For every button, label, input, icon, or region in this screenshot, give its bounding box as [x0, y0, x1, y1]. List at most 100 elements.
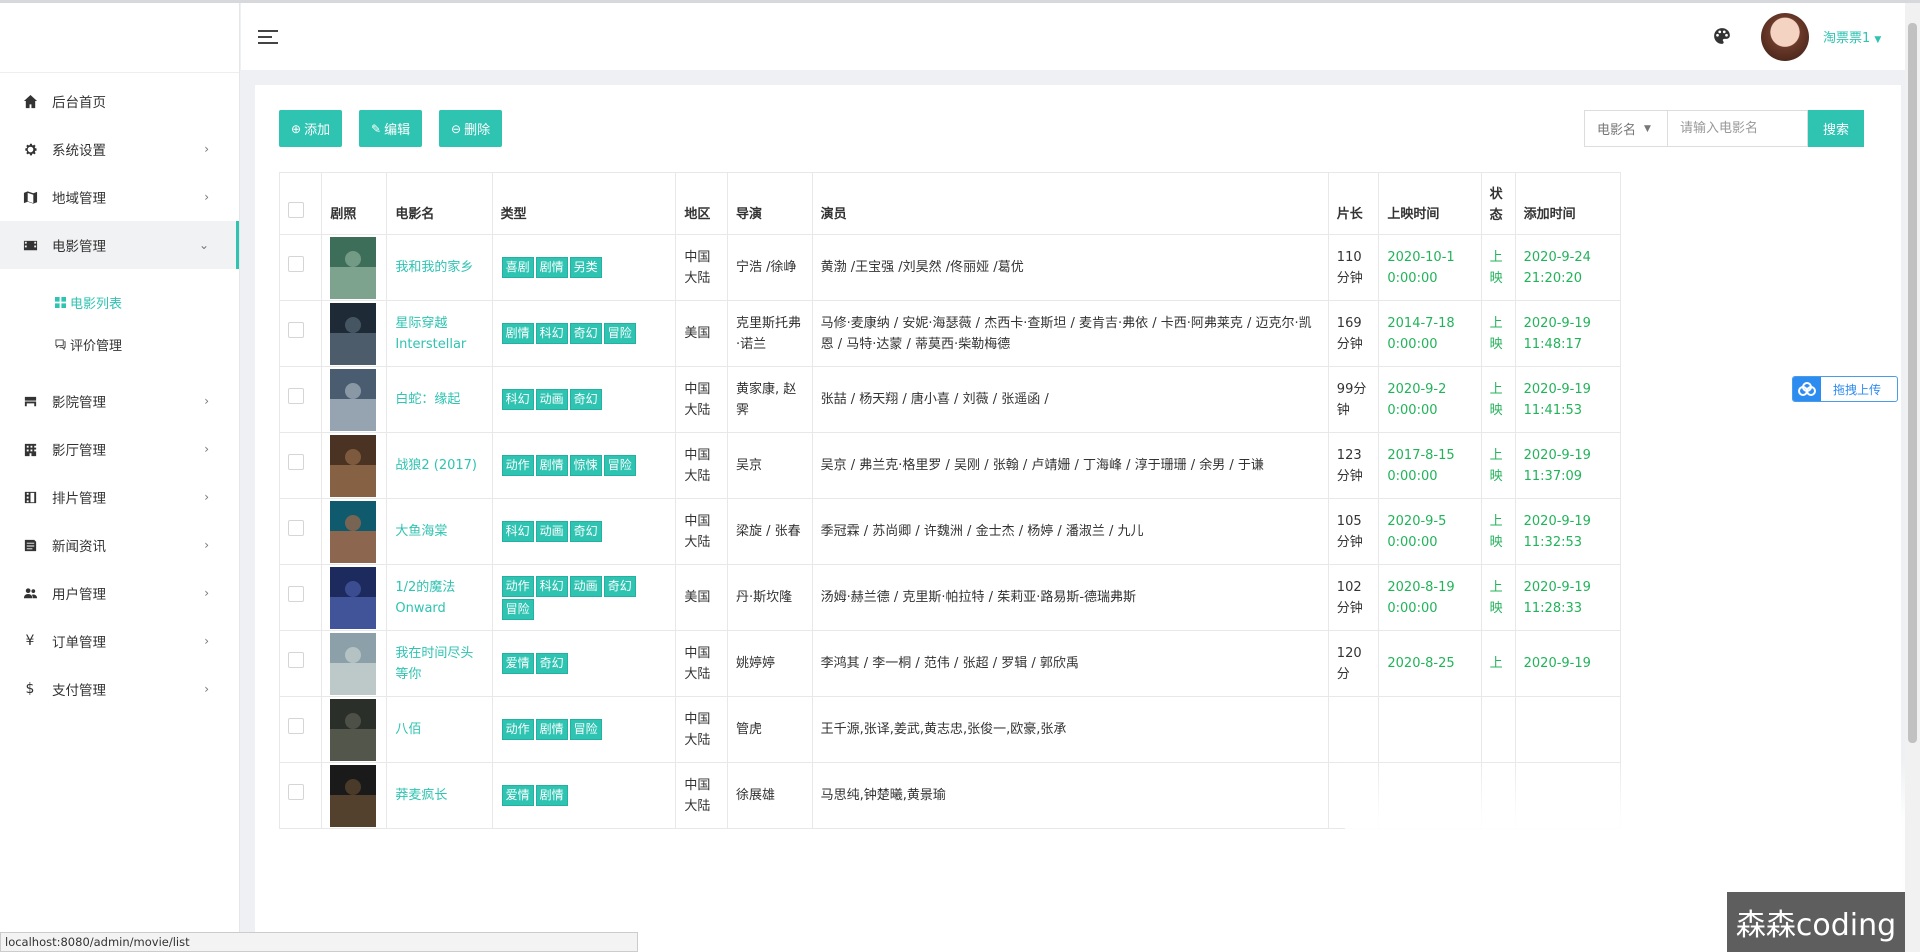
sidebar-item-orders[interactable]: ¥ 订单管理 › — [0, 617, 239, 665]
watermark: 森森coding — [1727, 892, 1905, 952]
genre-tag: 剧情 — [535, 785, 568, 806]
scrollbar-thumb[interactable] — [1908, 23, 1917, 743]
sidebar-item-cinemas[interactable]: 影院管理 › — [0, 377, 239, 425]
genre-tag: 冒险 — [603, 455, 636, 476]
table-row: 白蛇：缘起 科幻 动画 奇幻 中国大陆 黄家康, 赵霁 张喆 / 杨天翔 / 唐小喜 / 刘… — [278, 366, 1622, 433]
sidebar-item-schedule[interactable]: 排片管理 › — [0, 473, 239, 521]
added-time-cell: 2020-9-19 — [1514, 630, 1622, 697]
status-cell: 上映 — [1480, 366, 1516, 433]
genre-tag: 科幻 — [535, 575, 568, 597]
movie-name-link[interactable]: 1/2的魔法 Onward — [395, 580, 455, 616]
search-bar: 电影名 ▼ 搜索 — [1584, 110, 1864, 147]
palette-icon[interactable] — [1713, 27, 1731, 45]
genre-tag: 动作 — [501, 719, 534, 740]
movie-name-link[interactable]: 星际穿越 Interstellar — [395, 316, 466, 352]
actors-cell: 李鸿其 / 李一桐 / 范伟 / 张超 / 罗辑 / 郭欣禹 — [811, 630, 1329, 697]
added-time-cell: 2020-9-24 21:20:20 — [1514, 234, 1622, 301]
movie-name-link[interactable]: 我在时间尽头等你 — [395, 646, 473, 682]
duration-cell: 102分钟 — [1327, 564, 1380, 631]
status-cell: 上映 — [1480, 300, 1516, 367]
row-checkbox[interactable] — [288, 454, 304, 470]
sidebar-item-label: 影厅管理 — [52, 443, 106, 459]
sidebar-item-halls[interactable]: 影厅管理 › — [0, 425, 239, 473]
search-field-select[interactable]: 电影名 ▼ — [1584, 110, 1668, 147]
sidebar-item-label: 系统设置 — [52, 143, 106, 159]
region-cell: 中国大陆 — [675, 630, 728, 697]
genre-cell: 动作 科幻 动画 奇幻冒险 — [491, 564, 677, 631]
chevron-right-icon: › — [204, 538, 209, 552]
sidebar-item-system-settings[interactable]: 系统设置 › — [0, 125, 239, 173]
director-cell: 管虎 — [727, 696, 813, 763]
yen-icon: ¥ — [25, 633, 35, 649]
movie-name-link[interactable]: 大鱼海棠 — [395, 524, 447, 539]
region-cell: 中国大陆 — [675, 366, 728, 433]
search-button[interactable]: 搜索 — [1808, 110, 1864, 147]
column-header: 地区 — [675, 172, 728, 235]
column-header: 片长 — [1327, 172, 1380, 235]
sidebar-subitem-reviews[interactable]: 评价管理 — [0, 323, 239, 365]
menu-toggle-icon[interactable] — [258, 30, 278, 46]
add-button[interactable]: ⊕ 添加 — [279, 110, 343, 147]
added-time-cell: 2020-9-19 11:41:53 — [1514, 366, 1622, 433]
column-header: 演员 — [811, 172, 1329, 235]
row-checkbox[interactable] — [288, 586, 304, 602]
movie-name-link[interactable]: 战狼2 (2017) — [395, 458, 477, 473]
row-checkbox[interactable] — [288, 652, 304, 668]
movie-name-link[interactable]: 八佰 — [395, 722, 421, 737]
actors-cell: 吴京 / 弗兰克·格里罗 / 吴刚 / 张翰 / 卢靖姗 / 丁海峰 / 淳于珊… — [811, 432, 1329, 499]
genre-tag: 奇幻 — [569, 323, 602, 344]
row-checkbox[interactable] — [288, 520, 304, 536]
poster-thumbnail — [330, 566, 377, 629]
row-checkbox[interactable] — [288, 388, 304, 404]
sidebar-item-region[interactable]: 地域管理 › — [0, 173, 239, 221]
delete-button[interactable]: ⊖ 删除 — [439, 110, 503, 147]
actors-cell: 马修·麦康纳 / 安妮·海瑟薇 / 杰西卡·查斯坦 / 麦肯吉·弗依 / 卡西·… — [811, 300, 1329, 367]
user-menu[interactable]: 淘票票1 ▼ — [1823, 27, 1881, 46]
duration-cell — [1327, 696, 1380, 763]
genre-tag: 另类 — [569, 257, 602, 278]
poster-thumbnail — [330, 302, 377, 365]
comment-icon — [54, 338, 66, 350]
avatar[interactable] — [1761, 13, 1809, 61]
poster-thumbnail — [330, 236, 377, 299]
movie-name-link[interactable]: 莽麦疯长 — [395, 788, 447, 803]
genre-tag: 动作 — [501, 455, 534, 476]
status-cell — [1480, 696, 1516, 763]
genre-tag: 冒险 — [603, 323, 636, 344]
movie-name-link[interactable]: 白蛇：缘起 — [395, 392, 460, 407]
sidebar-item-home[interactable]: 后台首页 — [0, 77, 239, 125]
duration-cell: 99分钟 — [1327, 366, 1380, 433]
edit-button[interactable]: ✎ 编辑 — [359, 110, 423, 147]
genre-tag: 冒险 — [501, 598, 534, 620]
home-icon — [22, 93, 38, 109]
column-header: 状态 — [1480, 172, 1516, 235]
upload-widget-label: 拖拽上传 — [1833, 382, 1882, 397]
release-date-cell — [1378, 696, 1482, 763]
film-icon — [22, 237, 38, 253]
sidebar-item-label: 支付管理 — [52, 683, 106, 699]
sidebar-item-label: 用户管理 — [52, 587, 106, 603]
genre-tag: 科幻 — [501, 521, 534, 542]
added-time-cell — [1514, 696, 1622, 763]
movie-name-link[interactable]: 我和我的家乡 — [395, 260, 473, 275]
cinema-icon — [22, 393, 38, 409]
genre-tag: 动作 — [501, 575, 534, 597]
page-scrollbar[interactable] — [1905, 3, 1920, 952]
chevron-right-icon: › — [204, 394, 209, 408]
delete-button-label: 删除 — [464, 122, 491, 137]
row-checkbox[interactable] — [288, 784, 304, 800]
row-checkbox[interactable] — [288, 256, 304, 272]
row-checkbox[interactable] — [288, 718, 304, 734]
sidebar-subitem-movie-list[interactable]: 电影列表 — [0, 281, 239, 323]
drag-upload-widget[interactable]: 拖拽上传 — [1792, 376, 1898, 402]
select-all-checkbox[interactable] — [288, 202, 304, 218]
sidebar-item-news[interactable]: 新闻资讯 › — [0, 521, 239, 569]
director-cell: 黄家康, 赵霁 — [727, 366, 813, 433]
row-checkbox[interactable] — [288, 322, 304, 338]
poster-thumbnail — [330, 434, 377, 497]
sidebar-item-payments[interactable]: $ 支付管理 › — [0, 665, 239, 713]
search-input[interactable] — [1668, 110, 1808, 147]
sidebar-item-users[interactable]: 用户管理 › — [0, 569, 239, 617]
release-date-cell: 2017-8-15 0:00:00 — [1378, 432, 1482, 499]
sidebar-item-movies[interactable]: 电影管理 ⌄ — [0, 221, 239, 269]
